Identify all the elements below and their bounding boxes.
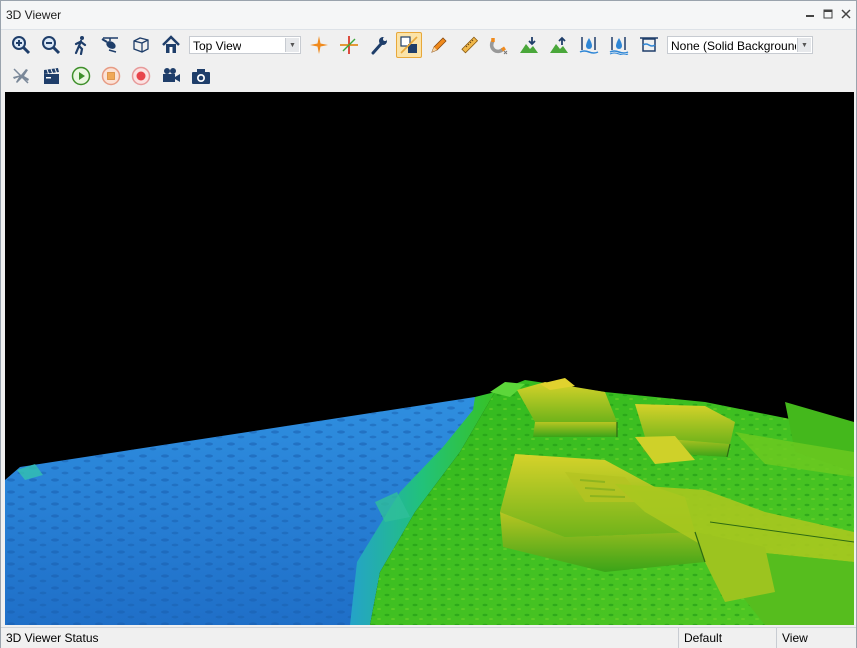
animation-toolbar — [1, 61, 856, 91]
minimize-icon — [806, 15, 814, 17]
lower-terrain-button[interactable] — [516, 32, 542, 58]
stop-icon — [101, 66, 121, 86]
water-level-up-icon — [609, 37, 629, 55]
zoom-out-button[interactable] — [38, 32, 64, 58]
zoom-in-button[interactable] — [8, 32, 34, 58]
wrench-icon — [371, 37, 387, 55]
raise-terrain-button[interactable] — [546, 32, 572, 58]
zoom-in-icon — [12, 36, 31, 55]
ruler-icon — [461, 36, 479, 54]
fly-mode-button[interactable] — [98, 32, 124, 58]
video-camera-icon — [163, 68, 180, 82]
close-icon — [841, 9, 851, 19]
measure-button[interactable] — [456, 32, 482, 58]
animation-editor-button[interactable] — [38, 63, 64, 89]
record-video-button[interactable] — [158, 63, 184, 89]
water-level-down-icon — [579, 37, 599, 54]
status-bar: 3D Viewer Status Default View — [1, 627, 856, 648]
main-toolbar: Top View ▼ None (Solid Background ▼ — [1, 30, 856, 60]
status-text: 3D Viewer Status — [6, 631, 99, 645]
cube-icon — [133, 37, 149, 53]
mountain-down-icon — [520, 37, 538, 53]
view-select[interactable]: Top View ▼ — [189, 36, 301, 54]
water-surface-icon — [640, 37, 658, 52]
record-icon — [131, 66, 151, 86]
home-icon — [162, 35, 180, 53]
status-profile: Default — [684, 631, 723, 645]
sun-light-button[interactable] — [306, 32, 332, 58]
axes-crosshair-icon — [340, 36, 358, 54]
draw-button[interactable] — [426, 32, 452, 58]
terrain-render — [5, 378, 854, 625]
background-select[interactable]: None (Solid Background ▼ — [667, 36, 813, 54]
close-button[interactable] — [838, 6, 854, 22]
view-select-value: Top View — [193, 39, 242, 53]
chevron-down-icon[interactable]: ▼ — [285, 38, 299, 52]
3d-viewport[interactable] — [5, 92, 854, 625]
window-title: 3D Viewer — [6, 8, 62, 22]
zoom-out-icon — [42, 36, 61, 55]
helicopter-icon — [101, 37, 118, 53]
maximize-button[interactable] — [820, 6, 836, 22]
clear-flight-button[interactable] — [8, 63, 34, 89]
viewer-window: 3D Viewer Top View ▼ None (Solid Backgro… — [0, 0, 857, 648]
sparkle-star-icon — [310, 36, 328, 54]
walk-mode-button[interactable] — [68, 32, 94, 58]
bounding-box-button[interactable] — [128, 32, 154, 58]
status-mode: View — [782, 631, 808, 645]
snapshot-button[interactable] — [188, 63, 214, 89]
lower-water-button[interactable] — [576, 32, 602, 58]
maximize-icon — [823, 9, 833, 19]
home-view-button[interactable] — [158, 32, 184, 58]
clapperboard-icon — [44, 68, 59, 84]
chevron-down-icon[interactable]: ▼ — [797, 38, 811, 52]
layered-surface-icon — [400, 36, 418, 54]
water-surface-button[interactable] — [636, 32, 662, 58]
play-icon — [71, 66, 91, 86]
record-button[interactable] — [128, 63, 154, 89]
magnet-icon — [489, 38, 508, 55]
minimize-button[interactable] — [802, 6, 818, 22]
pencil-icon — [431, 37, 447, 53]
walking-person-icon — [74, 36, 87, 55]
settings-button[interactable] — [366, 32, 392, 58]
stop-button[interactable] — [98, 63, 124, 89]
mountain-up-icon — [550, 36, 568, 53]
title-bar: 3D Viewer — [1, 1, 856, 30]
camera-icon — [192, 69, 210, 84]
play-button[interactable] — [68, 63, 94, 89]
axes-button[interactable] — [336, 32, 362, 58]
plane-disabled-icon — [13, 68, 29, 84]
background-select-value: None (Solid Background — [671, 39, 796, 53]
snap-button[interactable] — [486, 32, 512, 58]
raise-water-button[interactable] — [606, 32, 632, 58]
surface-toggle-button[interactable] — [396, 32, 422, 58]
